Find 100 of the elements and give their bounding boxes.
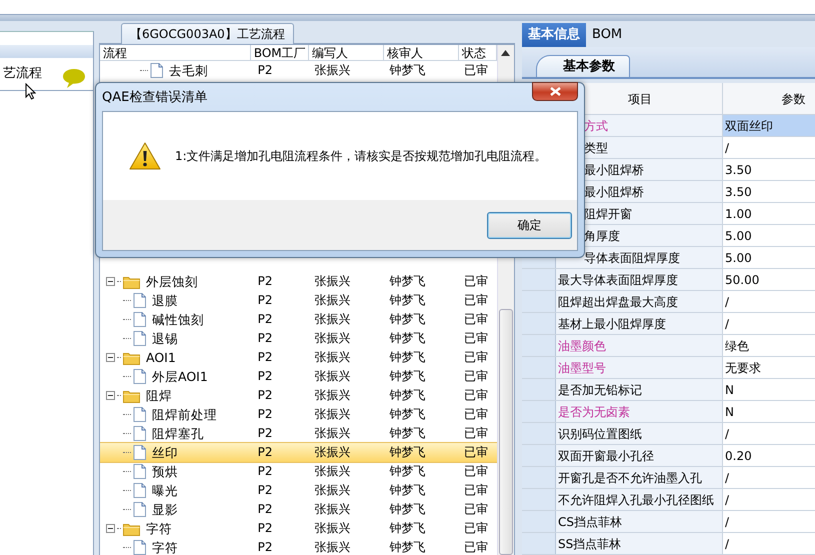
parameter-name: 识别码位置图纸 (556, 423, 723, 444)
parameter-name: 油墨颜色 (556, 335, 723, 356)
table-cell-text: 钟梦飞 (388, 349, 426, 366)
process-name: 字符 (152, 539, 178, 555)
tree-row[interactable]: 显影 P2 张振兴 钟梦飞 已审 (100, 500, 497, 519)
tree-row[interactable]: 外层AOI1 P2 张振兴 钟梦飞 已审 (100, 367, 497, 386)
process-name: 曝光 (152, 482, 178, 500)
tab[interactable]: 基本信息 (522, 23, 586, 47)
parameter-name: 开窗孔是否不允许油墨入孔 (556, 467, 723, 488)
collapse-toggle-icon[interactable] (106, 391, 115, 400)
table-cell-text: 已审 (463, 425, 490, 442)
process-name: 退锡 (152, 330, 178, 348)
table-cell-text: 已审 (463, 387, 490, 404)
table-cell-text: 已审 (463, 520, 490, 537)
tree-row[interactable]: 阻焊前处理 P2 张振兴 钟梦飞 已审 (100, 405, 497, 424)
collapse-toggle-icon[interactable] (106, 353, 115, 362)
table-cell-text: 张振兴 (313, 273, 352, 290)
folder-icon (123, 274, 140, 288)
parameter-name: 最大导体表面阻焊厚度 (556, 269, 723, 290)
table-cell-text: 已审 (463, 406, 490, 423)
table-cell-text: P2 (256, 311, 274, 328)
table-cell-text: P2 (256, 425, 274, 442)
tree-row[interactable]: 碱性蚀刻 P2 张振兴 钟梦飞 已审 (100, 310, 497, 329)
row-header[interactable] (522, 533, 556, 554)
parameter-value[interactable]: 双面丝印 (723, 115, 815, 136)
row-header[interactable] (522, 467, 556, 488)
document-icon (133, 293, 146, 308)
table-cell-text: 已审 (463, 273, 490, 290)
table-cell-text: 张振兴 (313, 520, 352, 537)
row-header[interactable] (522, 511, 556, 532)
row-header[interactable] (522, 379, 556, 400)
row-header[interactable] (522, 269, 556, 290)
collapse-toggle-icon[interactable] (106, 524, 115, 533)
subtab[interactable]: 基本参数 (536, 55, 630, 77)
table-cell-text: 钟梦飞 (388, 311, 426, 328)
scroll-up-icon[interactable] (501, 50, 510, 56)
process-name: 预烘 (152, 463, 178, 481)
collapse-toggle-icon[interactable] (106, 277, 115, 286)
ok-button[interactable]: 确定 (487, 212, 572, 238)
process-name: AOI1 (146, 349, 176, 367)
tree-row[interactable]: 退锡 P2 张振兴 钟梦飞 已审 (100, 329, 497, 348)
document-icon (133, 483, 146, 498)
tree-row[interactable]: 退膜 P2 张振兴 钟梦飞 已审 (100, 291, 497, 310)
tree-row[interactable]: 字符 P2 张振兴 钟梦飞 已审 (100, 538, 497, 555)
table-cell-text: P2 (256, 349, 274, 366)
tree-row[interactable]: AOI1 P2 张振兴 钟梦飞 已审 (100, 348, 497, 367)
table-cell-text: 已审 (463, 444, 490, 461)
column-header: 流程 (100, 45, 251, 60)
row-header[interactable] (522, 291, 556, 312)
table-cell-text: 钟梦飞 (388, 273, 426, 290)
parameter-name: SS挡点菲林 (556, 533, 723, 554)
tree-row[interactable]: 丝印 P2 张振兴 钟梦飞 已审 (100, 443, 497, 462)
table-cell-text: 钟梦飞 (388, 501, 426, 518)
tree-row[interactable]: 曝光 P2 张振兴 钟梦飞 已审 (100, 481, 497, 500)
table-cell-text: 钟梦飞 (388, 463, 426, 480)
table-cell-text: 张振兴 (313, 349, 352, 366)
close-button[interactable] (532, 82, 578, 101)
table-cell-text: 已审 (463, 349, 490, 366)
table-cell-text: 钟梦飞 (388, 520, 426, 537)
table-cell-text: 张振兴 (313, 330, 352, 347)
table-cell-text: P2 (256, 463, 274, 480)
table-cell-text: 钟梦飞 (388, 387, 426, 404)
dialog-title: QAE检查错误清单 (102, 89, 208, 106)
table-cell-text: 张振兴 (313, 425, 352, 442)
table-cell-text: 已审 (463, 62, 490, 79)
row-header[interactable] (522, 313, 556, 334)
table-cell-text: 钟梦飞 (388, 539, 426, 555)
column-header: 核审人 (384, 45, 459, 60)
process-name: 碱性蚀刻 (152, 311, 204, 329)
table-cell-text: P2 (256, 501, 274, 518)
scrollbar-thumb[interactable] (499, 309, 513, 555)
table-cell-text: P2 (256, 292, 274, 309)
row-header[interactable] (522, 489, 556, 510)
table-cell-text: 已审 (463, 368, 490, 385)
tree-row[interactable]: 预烘 P2 张振兴 钟梦飞 已审 (100, 462, 497, 481)
row-header[interactable] (522, 357, 556, 378)
tree-row[interactable]: 去毛刺 P2 张振兴 钟梦飞 已审 (100, 61, 497, 80)
row-header[interactable] (522, 335, 556, 356)
tab[interactable]: BOM (586, 23, 628, 47)
table-cell-text: 张振兴 (313, 368, 352, 385)
tree-row[interactable]: 阻焊 P2 张振兴 钟梦飞 已审 (100, 386, 497, 405)
table-cell-text: 张振兴 (313, 292, 352, 309)
process-name: 阻焊塞孔 (152, 425, 204, 443)
document-icon (133, 445, 146, 460)
tree-row[interactable]: 外层蚀刻 P2 张振兴 钟梦飞 已审 (100, 272, 497, 291)
row-header[interactable] (522, 423, 556, 444)
parameter-name: 是否加无铅标记 (556, 379, 723, 400)
tree-row[interactable]: 阻焊塞孔 P2 张振兴 钟梦飞 已审 (100, 424, 497, 443)
process-name: 外层蚀刻 (146, 273, 198, 291)
document-icon (133, 407, 146, 422)
row-header[interactable] (522, 401, 556, 422)
process-tab[interactable]: 【6GOCG003A0】工艺流程 (121, 23, 294, 44)
table-cell-text: P2 (256, 482, 274, 499)
table-cell-text: P2 (256, 368, 274, 385)
table-cell-text: 钟梦飞 (388, 444, 426, 461)
table-cell-text: P2 (256, 387, 274, 404)
row-header[interactable] (522, 445, 556, 466)
table-cell-text: P2 (256, 444, 274, 461)
table-cell-text: 张振兴 (313, 444, 352, 461)
tree-row[interactable]: 字符 P2 张振兴 钟梦飞 已审 (100, 519, 497, 538)
